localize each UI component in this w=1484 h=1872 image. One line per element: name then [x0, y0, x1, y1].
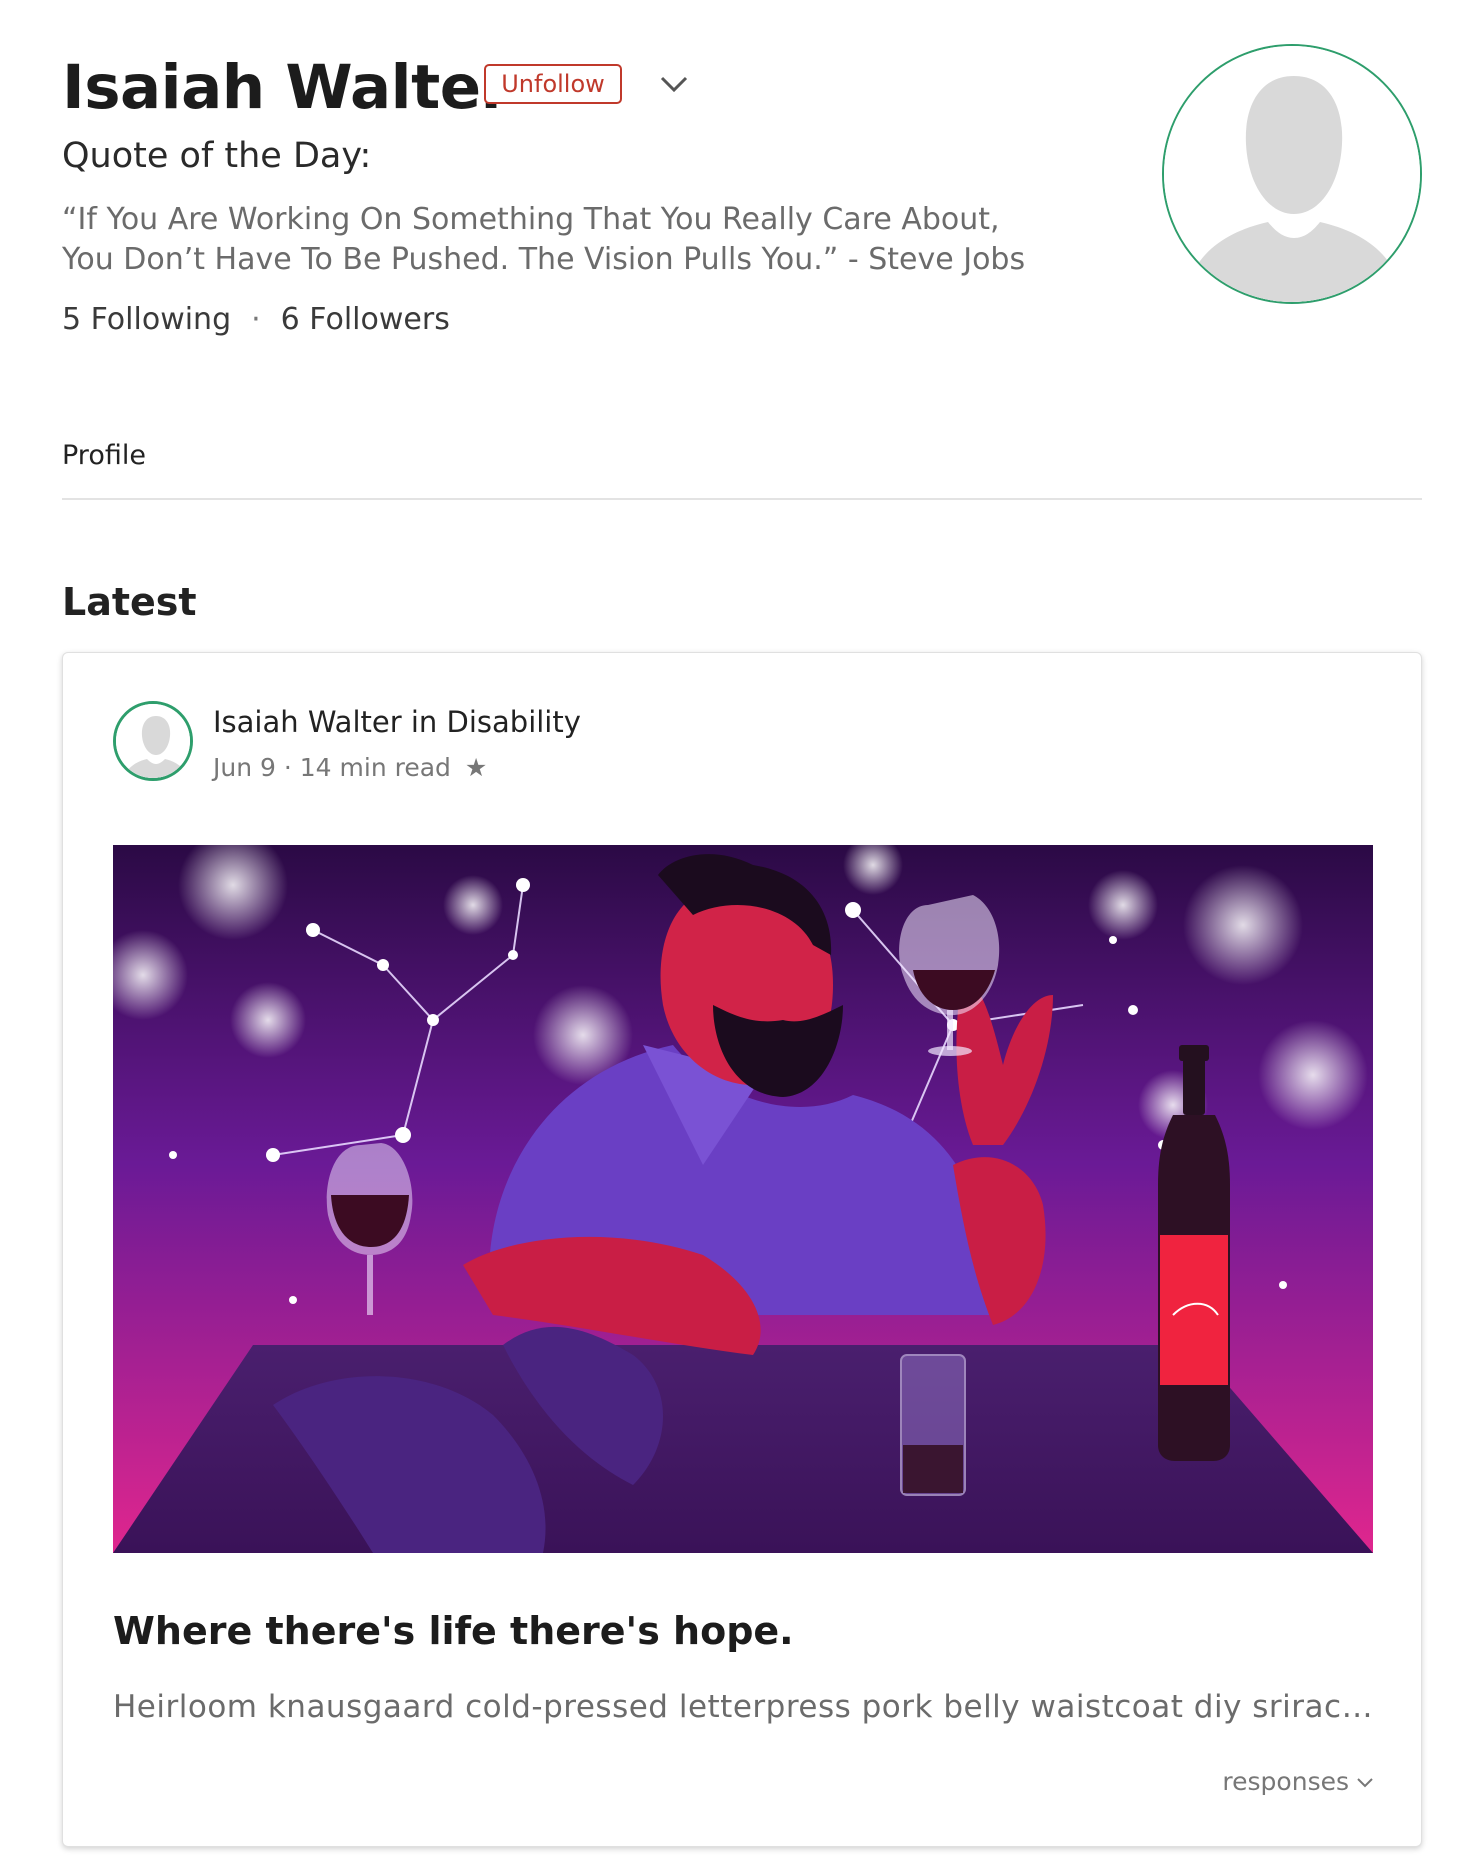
- latest-heading: Latest: [62, 580, 197, 624]
- post-author[interactable]: Isaiah Walter in Disability: [213, 705, 581, 739]
- user-silhouette-icon: [116, 704, 190, 778]
- tab-profile[interactable]: Profile: [62, 440, 146, 471]
- unfollow-button[interactable]: Unfollow: [484, 64, 622, 104]
- followers-link[interactable]: 6 Followers: [281, 302, 450, 337]
- quote-line-2: You Don’t Have To Be Pushed. The Vision …: [62, 242, 1026, 277]
- post-date: Jun 9: [213, 753, 276, 782]
- meta-separator: ·: [283, 753, 292, 782]
- post-title[interactable]: Where there's life there's hope.: [113, 1609, 794, 1653]
- author-avatar[interactable]: [113, 701, 193, 781]
- post-hero-image[interactable]: [113, 845, 1373, 1553]
- post-excerpt: Heirloom knausgaard cold-pressed letterp…: [113, 1689, 1373, 1725]
- user-silhouette-icon: [1164, 46, 1420, 302]
- profile-quote: “If You Are Working On Something That Yo…: [62, 200, 1092, 280]
- read-time: 14 min read: [299, 753, 451, 782]
- profile-name: Isaiah Walter: [62, 52, 511, 123]
- post-card[interactable]: Isaiah Walter in Disability Jun 9 · 14 m…: [62, 652, 1422, 1847]
- star-icon: ★: [464, 753, 488, 782]
- post-meta: Jun 9 · 14 min read ★: [213, 753, 487, 782]
- follow-stats: 5 Following · 6 Followers: [62, 302, 450, 337]
- responses-button[interactable]: responses: [1222, 1767, 1375, 1796]
- quote-title: Quote of the Day:: [62, 136, 372, 176]
- illustration-man-with-wine: [113, 845, 1373, 1553]
- responses-label: responses: [1222, 1767, 1349, 1796]
- quote-line-1: “If You Are Working On Something That Yo…: [62, 202, 1000, 237]
- profile-tabs: Profile: [62, 440, 1422, 500]
- stats-separator: ·: [251, 302, 261, 337]
- chevron-down-icon: [1357, 1778, 1373, 1788]
- chevron-down-icon[interactable]: [656, 70, 692, 98]
- profile-avatar: [1162, 44, 1422, 304]
- following-link[interactable]: 5 Following: [62, 302, 231, 337]
